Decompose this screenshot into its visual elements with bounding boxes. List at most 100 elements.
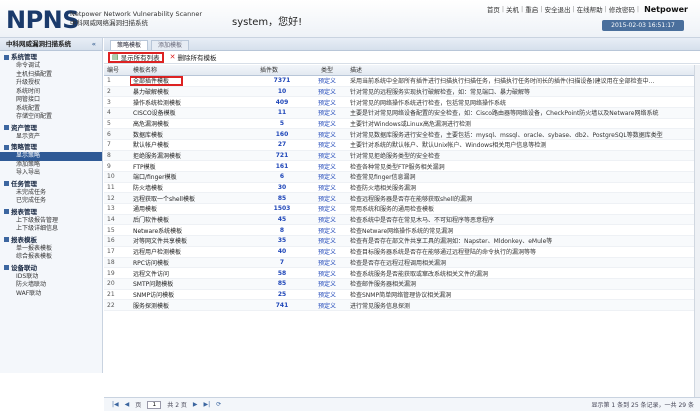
table-row[interactable]: 18 RPC访问模板 7 预定义 检查是否存在远程过程调用相关漏洞 <box>104 257 700 269</box>
prev-page-icon[interactable]: ◀ <box>125 401 130 408</box>
sidebar-item[interactable]: 上下级报告管理 <box>0 217 102 226</box>
restart-link[interactable]: 重启 <box>525 4 538 14</box>
cell-type[interactable]: 预定义 <box>307 107 347 119</box>
cell-type[interactable]: 预定义 <box>307 118 347 130</box>
shutdown-link[interactable]: 关机 <box>506 4 519 14</box>
cell-type[interactable]: 预定义 <box>307 299 347 311</box>
table-row[interactable]: 9 FTP模板 161 预定义 检查各种常见类型FTP服务相关漏洞 <box>104 160 700 172</box>
cell-count: 85 <box>257 192 307 205</box>
table-row[interactable]: 16 对等网文件共享模板 35 预定义 检查有是否存在部文件共享工具的漏洞如：Napst… <box>104 235 700 247</box>
col-count[interactable]: 插件数 <box>257 65 307 76</box>
sidebar-item[interactable]: 综合报表模板 <box>0 253 102 262</box>
sidebar-item[interactable]: 未完成任务 <box>0 189 102 198</box>
collapse-icon[interactable]: « <box>92 38 96 51</box>
sidebar-item[interactable]: WAF联动 <box>0 290 102 299</box>
sidebar-item[interactable]: 升级授权 <box>0 79 102 88</box>
cell-type[interactable]: 预定义 <box>307 267 347 279</box>
help-link[interactable]: 在线帮助 <box>577 4 603 14</box>
cell-id: 1 <box>104 75 130 87</box>
cell-type[interactable]: 预定义 <box>307 203 347 215</box>
col-id[interactable]: 编号 <box>104 65 130 76</box>
sidebar-item[interactable]: 系统时间 <box>0 88 102 97</box>
cell-type[interactable]: 预定义 <box>307 86 347 98</box>
cell-id: 13 <box>104 203 130 215</box>
sidebar-item[interactable]: IDS联动 <box>0 273 102 282</box>
table-row[interactable]: 19 远程文件访问 58 预定义 检查系统服务是否能获取或窜改系统相关文件的漏洞 <box>104 267 700 279</box>
show-all-button[interactable]: ▤ 显示所有列表 <box>108 51 164 63</box>
cell-type[interactable]: 预定义 <box>307 128 347 140</box>
highlighted-template-name[interactable]: 全部插件模板 <box>130 75 184 85</box>
page-label: 页 <box>135 402 142 409</box>
tab-add-template[interactable]: 添加模板 <box>151 40 190 50</box>
sidebar-item[interactable]: 导入导出 <box>0 169 102 178</box>
sidebar-item[interactable]: 显示策略 <box>0 152 102 161</box>
cell-type[interactable]: 预定义 <box>307 224 347 237</box>
table-row[interactable]: 7 默认帐户模板 27 预定义 主要针对系统的默认帐户、默认Unix帐户、Windows… <box>104 139 700 151</box>
sidebar-item[interactable]: 存储空间配置 <box>0 113 102 122</box>
table-row[interactable]: 5 高危漏洞模板 5 预定义 主要针对Windows或Linux高危漏洞进行检测 <box>104 118 700 130</box>
tab-policy-templates[interactable]: 策略模板 <box>110 40 149 50</box>
cell-type[interactable]: 预定义 <box>307 192 347 205</box>
change-password-link[interactable]: 修改密码 <box>609 4 635 14</box>
col-type[interactable]: 类型 <box>307 65 347 76</box>
page-number-input[interactable] <box>147 400 162 409</box>
table-row[interactable]: 12 远程获取一个shell模板 85 预定义 检查远程服务器是否存在能够获取shell… <box>104 192 700 205</box>
cell-type[interactable]: 预定义 <box>307 246 347 258</box>
sidebar-item[interactable]: 单一报表模板 <box>0 245 102 254</box>
table-row[interactable]: 21 SNMP访问模板 25 预定义 检查SNMP简单网络管理协议相关漏洞 <box>104 289 700 301</box>
sidebar-group-header[interactable]: 报表模板 <box>0 235 102 245</box>
vertical-scrollbar[interactable] <box>694 65 700 397</box>
table-row[interactable]: 4 CISCO设备模板 11 预定义 主要是针对常见网络设备配置的安全检查，如：Cisc… <box>104 107 700 119</box>
cell-type[interactable]: 预定义 <box>307 289 347 301</box>
table-row[interactable]: 14 后门软件模板 45 预定义 检查系统中是否存在常见木马、不可知程序等恶意程序 <box>104 214 700 226</box>
sidebar-item[interactable]: 显示资产 <box>0 133 102 142</box>
cell-type[interactable]: 预定义 <box>307 235 347 247</box>
cell-type[interactable]: 预定义 <box>307 278 347 290</box>
table-row[interactable]: 2 暴力破解模板 10 预定义 针对常见的远程服务实现执行破解检查，如：常见端口、暴力破… <box>104 86 700 98</box>
sidebar-item[interactable]: 系统配置 <box>0 105 102 114</box>
table-row[interactable]: 22 服务探测模板 741 预定义 进行常见服务信息探测 <box>104 299 700 311</box>
cell-type[interactable]: 预定义 <box>307 171 347 183</box>
cell-type[interactable]: 预定义 <box>307 139 347 151</box>
sidebar-item[interactable]: 防火墙联动 <box>0 281 102 290</box>
cell-type[interactable]: 预定义 <box>307 257 347 269</box>
sidebar-group-header[interactable]: 策略管理 <box>0 142 102 152</box>
sidebar-item[interactable]: 主机扫描配置 <box>0 71 102 80</box>
cell-type[interactable]: 预定义 <box>307 160 347 172</box>
sidebar-group-header[interactable]: 任务管理 <box>0 179 102 189</box>
table-row[interactable]: 20 SMTP问题模板 85 预定义 检查邮件服务器相关漏洞 <box>104 278 700 290</box>
table-row[interactable]: 13 通用模板 1503 预定义 常用系统和服务的通用检查模板 <box>104 203 700 215</box>
table-row[interactable]: 10 端口/finger模板 6 预定义 检查常见finger信息漏洞 <box>104 171 700 183</box>
cell-type[interactable]: 预定义 <box>307 75 347 87</box>
sidebar-group-header[interactable]: 设备联动 <box>0 263 102 273</box>
cell-type[interactable]: 预定义 <box>307 150 347 162</box>
sidebar-item[interactable]: 网管接口 <box>0 96 102 105</box>
delete-all-button[interactable]: ✕ 删除所有模板 <box>170 52 217 62</box>
sidebar-group-header[interactable]: 系统管理 <box>0 52 102 62</box>
table-row[interactable]: 3 操作系统检测模板 409 预定义 针对常见的网络操作系统进行检查，包括常见网络操作系… <box>104 96 700 108</box>
last-page-icon[interactable]: ▶| <box>204 401 211 408</box>
table-row[interactable]: 6 数据库模板 160 预定义 针对常见数据库服务进行安全检查，主要包括：mysql、m… <box>104 128 700 140</box>
sidebar-item[interactable]: 添加策略 <box>0 161 102 170</box>
refresh-icon[interactable]: ⟳ <box>216 401 221 408</box>
cell-type[interactable]: 预定义 <box>307 214 347 226</box>
table-row[interactable]: 1 全部插件模板 7371 预定义 采用当前系统中全部所有插件进行扫描执行扫描任务，扫描… <box>104 75 700 87</box>
sidebar-group-header[interactable]: 资产管理 <box>0 123 102 133</box>
sidebar-item[interactable]: 已完成任务 <box>0 197 102 206</box>
table-row[interactable]: 15 Netware系统模板 8 预定义 检查Netware网络操作系统的常见漏洞 <box>104 224 700 237</box>
table-row[interactable]: 11 防火墙模板 30 预定义 检查防火墙相关服务漏洞 <box>104 182 700 194</box>
sidebar-group-header[interactable]: 报表管理 <box>0 207 102 217</box>
first-page-icon[interactable]: |◀ <box>112 401 119 408</box>
sidebar-item[interactable]: 命令调试 <box>0 62 102 71</box>
list-icon: ▤ <box>112 53 119 61</box>
sidebar-item[interactable]: 上下级详细信息 <box>0 225 102 234</box>
table-row[interactable]: 17 远程用户检测模板 40 预定义 检查目标服务器系统是否存在能够通过远程登陆的命令执… <box>104 246 700 258</box>
home-link[interactable]: 首页 <box>487 4 500 14</box>
cell-type[interactable]: 预定义 <box>307 96 347 108</box>
col-desc[interactable]: 描述 <box>347 65 700 76</box>
next-page-icon[interactable]: ▶ <box>193 401 198 408</box>
table-row[interactable]: 8 拒绝服务漏洞模板 721 预定义 针对常见拒绝服务类型的安全检查 <box>104 150 700 162</box>
cell-type[interactable]: 预定义 <box>307 182 347 194</box>
logout-link[interactable]: 安全退出 <box>544 4 570 14</box>
col-name[interactable]: 模板名称 <box>130 65 257 76</box>
